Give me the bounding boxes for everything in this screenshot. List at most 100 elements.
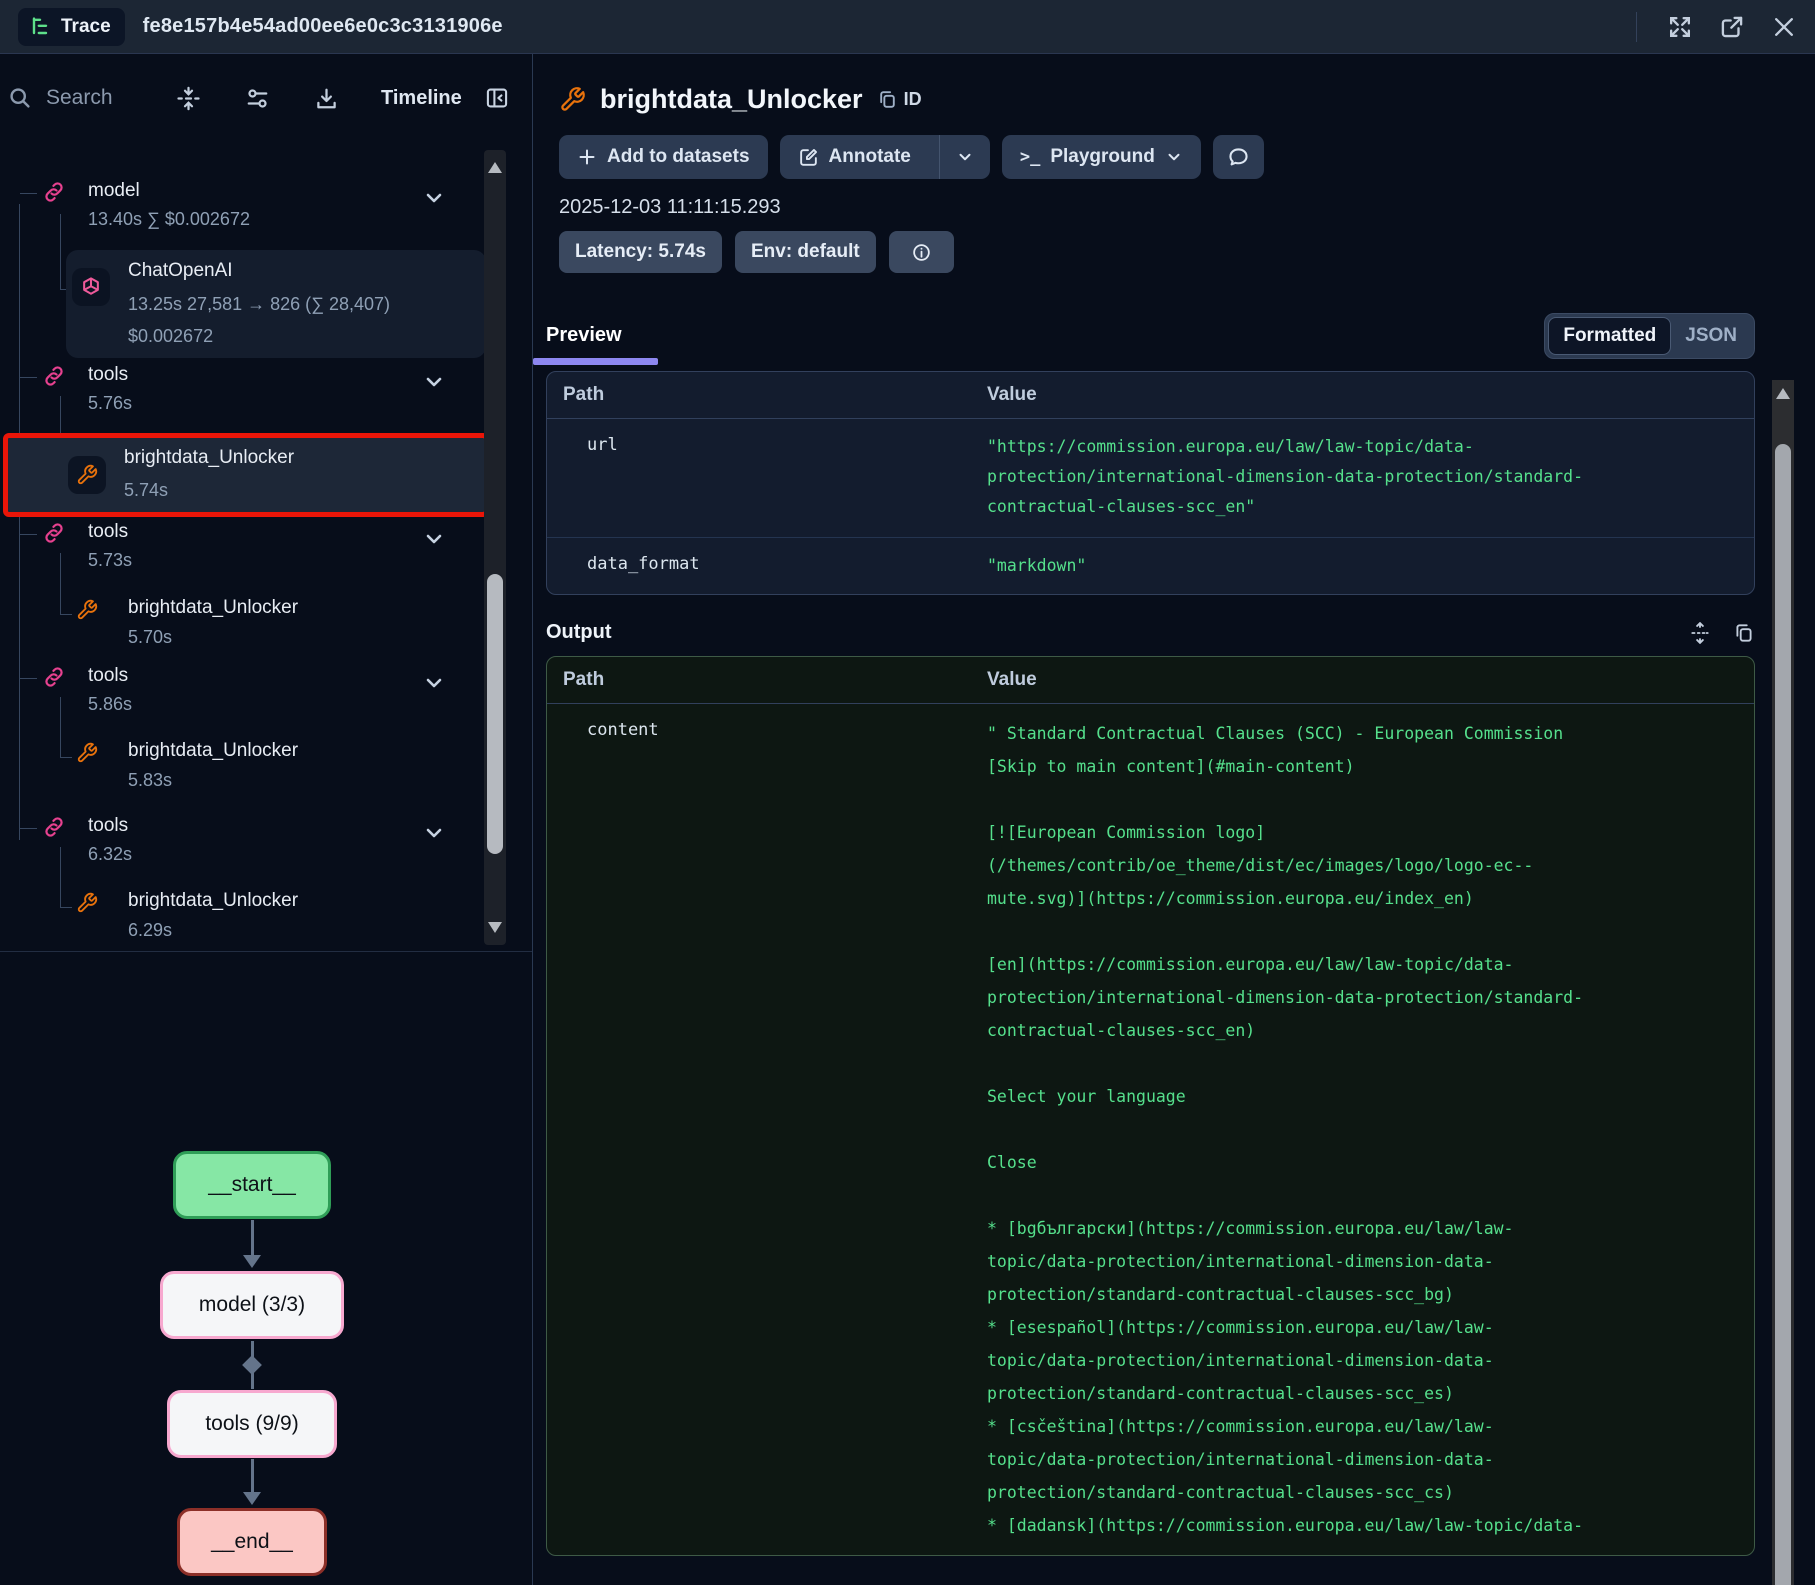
span-name[interactable]: tools — [88, 815, 128, 837]
run-title: brightdata_Unlocker — [600, 84, 863, 115]
span-name: brightdata_Unlocker — [128, 597, 298, 619]
input-path-data-format: data_format — [547, 551, 987, 581]
fullscreen-button[interactable] — [1667, 14, 1693, 40]
topbar-divider — [1636, 12, 1637, 42]
trace-sidebar: Search — [0, 54, 533, 1585]
scroll-up-arrow[interactable] — [1776, 388, 1790, 399]
span-name: brightdata_Unlocker — [124, 447, 294, 469]
graph-node-start[interactable]: __start__ — [173, 1151, 331, 1219]
tabs-row: Preview Formatted JSON — [533, 313, 1755, 365]
fullscreen-icon — [1667, 14, 1693, 40]
span-meta: 5.83s — [128, 770, 172, 791]
span-meta: 5.74s — [124, 480, 168, 501]
annotate-button[interactable]: Annotate — [780, 135, 990, 179]
wrench-icon — [68, 456, 106, 494]
scrollbar-thumb[interactable] — [487, 574, 503, 854]
table-row: content " Standard Contractual Clauses (… — [547, 704, 1754, 1555]
plus-icon — [577, 147, 597, 167]
collapse-panel-button[interactable] — [484, 85, 510, 111]
table-row: url "https://commission.europa.eu/law/la… — [547, 419, 1754, 537]
span-name[interactable]: tools — [88, 364, 128, 386]
search-input[interactable]: Search — [8, 86, 168, 110]
add-to-datasets-button[interactable]: Add to datasets — [559, 135, 768, 179]
scroll-down-arrow[interactable] — [488, 922, 502, 933]
output-value-content: " Standard Contractual Clauses (SCC) - E… — [987, 717, 1754, 1542]
chevron-down-icon[interactable] — [422, 527, 446, 551]
tree-group-tools-1: tools 5.76s brightdata_Unlocker 5.74s — [0, 364, 532, 521]
scroll-up-arrow[interactable] — [488, 162, 502, 173]
span-name[interactable]: tools — [88, 665, 128, 687]
annotate-icon — [798, 147, 819, 168]
chevron-down-icon[interactable] — [422, 671, 446, 695]
panel-collapse-icon — [484, 85, 510, 111]
span-name: brightdata_Unlocker — [128, 890, 298, 912]
toggle-formatted[interactable]: Formatted — [1548, 317, 1671, 355]
env-badge: Env: default — [735, 231, 876, 273]
trace-badge: Trace — [18, 8, 125, 46]
search-icon — [8, 86, 32, 110]
chevron-down-icon — [956, 148, 974, 166]
selected-span-highlight[interactable]: brightdata_Unlocker 5.74s — [3, 433, 489, 517]
chevron-down-icon[interactable] — [422, 370, 446, 394]
comments-button[interactable] — [1213, 135, 1264, 179]
playground-button[interactable]: >_ Playground — [1002, 135, 1201, 179]
sliders-icon — [245, 86, 270, 111]
copy-output-button[interactable] — [1733, 622, 1755, 644]
path-header: Path — [547, 384, 987, 406]
output-section-title: Output — [546, 621, 612, 644]
run-timestamp: 2025-12-03 11:11:15.293 — [559, 196, 1755, 219]
info-icon — [911, 242, 932, 263]
annotate-dropdown[interactable] — [939, 135, 990, 179]
tree-scrollbar[interactable] — [484, 150, 506, 945]
span-name: ChatOpenAI — [128, 260, 233, 282]
graph-node-end[interactable]: __end__ — [177, 1508, 327, 1576]
tree-group-tools-3: tools 5.86s brightdata_Unlocker 5.83s — [0, 665, 532, 815]
agent-graph: __start__ model (3/3) tools (9/9) __end_… — [0, 952, 532, 1584]
graph-node-model[interactable]: model (3/3) — [160, 1271, 344, 1339]
download-button[interactable] — [314, 86, 339, 111]
table-row: data_format "markdown" — [547, 537, 1754, 594]
chain-link-icon — [42, 180, 66, 204]
value-header: Value — [987, 669, 1754, 691]
timeline-toggle[interactable]: Timeline — [381, 87, 462, 110]
span-meta: 5.76s — [88, 393, 132, 414]
scrollbar-thumb[interactable] — [1775, 444, 1791, 1585]
close-button[interactable] — [1771, 14, 1797, 40]
span-meta: 13.40s ∑ $0.002672 — [88, 209, 250, 230]
sidebar-toolbar: Search — [0, 54, 532, 142]
copy-id-button[interactable]: ID — [877, 89, 922, 110]
copy-icon — [877, 89, 898, 110]
close-icon — [1771, 14, 1797, 40]
graph-edge — [251, 1341, 254, 1389]
toggle-json[interactable]: JSON — [1671, 325, 1751, 347]
graph-edge — [251, 1459, 254, 1493]
graph-node-tools[interactable]: tools (9/9) — [167, 1390, 337, 1458]
span-cost: $0.002672 — [128, 326, 213, 347]
tree-group-tools-4: tools 6.32s brightdata_Unlocker 6.29s — [0, 815, 532, 952]
run-detail-panel: brightdata_Unlocker ID Add to datasets — [533, 54, 1815, 1585]
terminal-icon: >_ — [1020, 147, 1040, 167]
span-meta: 6.32s — [88, 844, 132, 865]
chevron-down-icon[interactable] — [422, 821, 446, 845]
wrench-icon — [76, 599, 98, 621]
span-meta: 6.29s — [128, 920, 172, 941]
view-toggle: Formatted JSON — [1544, 313, 1755, 359]
input-path-url: url — [547, 432, 987, 524]
collapse-all-button[interactable] — [176, 86, 201, 111]
span-meta: 5.70s — [128, 627, 172, 648]
topbar: Trace fe8e157b4e54ad00ee6e0c3c3131906e — [0, 0, 1815, 54]
span-tokens: 13.25s 27,581 → 826 (∑ 28,407) — [128, 294, 390, 315]
tree-span-chatopenai[interactable]: ChatOpenAI 13.25s 27,581 → 826 (∑ 28,407… — [66, 250, 486, 358]
trace-id: fe8e157b4e54ad00ee6e0c3c3131906e — [143, 15, 503, 38]
main-scrollbar[interactable] — [1772, 380, 1794, 1585]
expand-output-button[interactable] — [1689, 622, 1711, 644]
span-name: brightdata_Unlocker — [128, 740, 298, 762]
active-tab-indicator — [533, 358, 658, 365]
open-in-new-button[interactable] — [1719, 14, 1745, 40]
span-name[interactable]: tools — [88, 521, 128, 543]
collapse-vertical-icon — [176, 86, 201, 111]
info-badge[interactable] — [889, 231, 954, 273]
chevron-down-icon[interactable] — [422, 186, 446, 210]
filter-button[interactable] — [245, 86, 270, 111]
span-name[interactable]: model — [88, 180, 140, 202]
